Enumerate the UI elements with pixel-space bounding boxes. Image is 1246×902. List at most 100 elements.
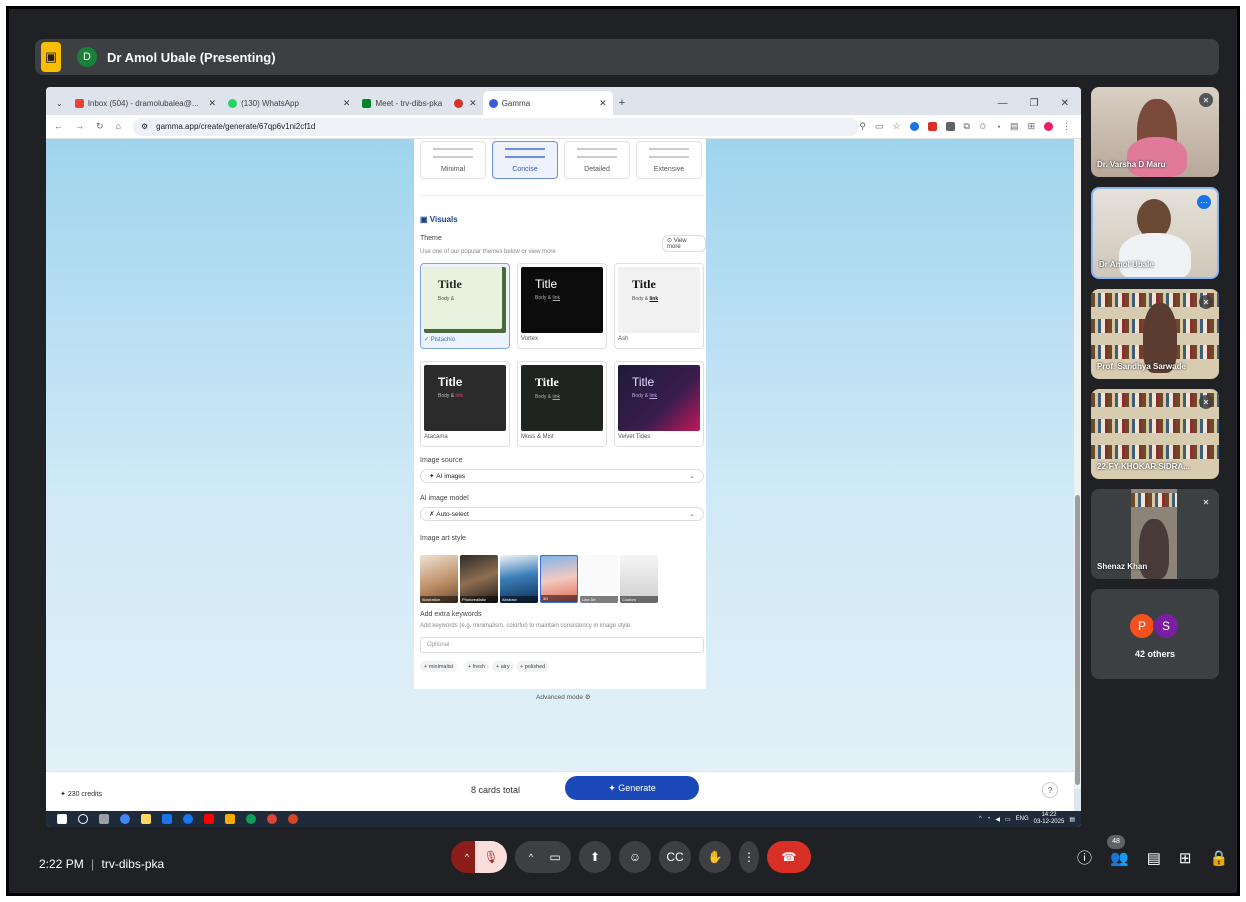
close-window-icon[interactable]: ✕ xyxy=(1061,98,1069,109)
profile-avatar[interactable] xyxy=(1044,122,1053,131)
history-icon[interactable]: ◔ xyxy=(996,122,1001,132)
chat-icon[interactable]: ▤ xyxy=(1147,849,1161,867)
reload-icon[interactable]: ↻ xyxy=(96,121,104,132)
clock[interactable]: 14:22 03-12-2025 xyxy=(1034,812,1065,826)
theme-card-vortex[interactable]: Title Body & link Vortex xyxy=(517,263,607,349)
more-vert-icon[interactable]: ⋮ xyxy=(1062,121,1071,132)
youtube-icon[interactable] xyxy=(204,814,214,824)
theme-card-moss-mist[interactable]: Title Body & link Moss & Mist xyxy=(517,361,607,447)
powerpoint-icon[interactable] xyxy=(288,814,298,824)
speaker-icon[interactable]: ◀ xyxy=(995,816,1000,823)
restore-icon[interactable]: ❐ xyxy=(1030,98,1039,109)
art-style-3d[interactable]: 3D xyxy=(540,555,578,603)
theme-card-atacama[interactable]: Title Body & link Atacama xyxy=(420,361,510,447)
tab-gmail[interactable]: Inbox (504) - dramolubalea@... ✕ xyxy=(69,91,222,115)
keyword-chip[interactable]: + polished xyxy=(516,661,550,672)
captions-button[interactable]: CC xyxy=(659,841,691,873)
meeting-details-icon[interactable]: ⓘ xyxy=(1077,847,1092,868)
close-icon[interactable]: ✕ xyxy=(599,98,607,109)
battery-icon[interactable]: ▭ xyxy=(1005,816,1011,823)
tab-meet[interactable]: Meet - trv-dibs-pka xyxy=(356,91,448,115)
folder-icon[interactable] xyxy=(225,814,235,824)
scrollbar-thumb[interactable] xyxy=(1075,495,1080,785)
apps-grid-icon[interactable]: ⊞ xyxy=(1027,121,1035,132)
art-style-line-art[interactable]: Line Art xyxy=(580,555,618,603)
tab-list-chevron-icon[interactable]: ⌄ xyxy=(46,91,69,115)
keyword-chip[interactable]: + fresh xyxy=(464,661,489,672)
participant-tile[interactable]: ⋯ Dr Amol Ubale xyxy=(1091,187,1219,279)
art-style-illustration[interactable]: Illustration xyxy=(420,555,458,603)
end-call-button[interactable]: ☎ xyxy=(767,841,811,873)
chrome-icon[interactable] xyxy=(267,814,277,824)
file-explorer-icon[interactable] xyxy=(141,814,151,824)
art-style-abstract[interactable]: Abstract xyxy=(500,555,538,603)
theme-card-velvet-tides[interactable]: Title Body & link Velvet Tides xyxy=(614,361,704,447)
new-tab-button[interactable]: + xyxy=(613,91,631,115)
emoji-reaction-button[interactable]: ☺ xyxy=(619,841,651,873)
theme-card-pistachio[interactable]: Title Body & ✓ Pistachio xyxy=(420,263,510,349)
length-option-extensive[interactable]: Extensive xyxy=(636,141,702,179)
art-style-photorealistic[interactable]: Photorealistic xyxy=(460,555,498,603)
zoom-icon[interactable]: ⚲ xyxy=(859,121,866,132)
others-tile[interactable]: P S 42 others xyxy=(1091,589,1219,679)
people-icon[interactable]: 👥 48 xyxy=(1107,834,1129,867)
facebook-icon[interactable] xyxy=(183,814,193,824)
advanced-mode-link[interactable]: Advanced mode ⚙ xyxy=(536,693,591,701)
credits-label[interactable]: ✦ 230 credits xyxy=(60,790,102,798)
home-icon[interactable]: ⌂ xyxy=(116,121,121,132)
close-icon[interactable]: ✕ xyxy=(469,98,477,109)
search-icon[interactable] xyxy=(78,814,88,824)
close-icon[interactable]: ✕ xyxy=(343,98,351,109)
pdf-extension-icon[interactable] xyxy=(927,122,937,131)
extension-icon[interactable] xyxy=(909,122,919,131)
notifications-icon[interactable]: ▤ xyxy=(1069,816,1075,823)
help-button[interactable]: ? xyxy=(1042,782,1058,798)
back-icon[interactable]: ← xyxy=(54,121,63,132)
bookmarks-icon[interactable]: ✩ xyxy=(979,121,987,132)
activities-icon[interactable]: ⊞ xyxy=(1179,849,1192,867)
mic-off-button[interactable]: 🎙 xyxy=(475,841,507,873)
keywords-input[interactable]: Optional xyxy=(420,637,704,653)
bookmark-star-icon[interactable]: ☆ xyxy=(892,121,900,132)
present-screen-button[interactable]: ⬆ xyxy=(579,841,611,873)
theme-card-ash[interactable]: Title Body & link Ash xyxy=(614,263,704,349)
cast-icon[interactable]: ▭ xyxy=(875,121,884,132)
minimize-icon[interactable]: — xyxy=(998,98,1008,109)
task-view-icon[interactable] xyxy=(99,814,109,824)
more-options-icon[interactable]: ⋯ xyxy=(1197,195,1211,209)
tab-recording[interactable]: ✕ xyxy=(448,91,483,115)
tab-gamma[interactable]: Gamma ✕ xyxy=(482,91,613,115)
participant-tile[interactable]: ✕ 22-FY-KHOKAR SIDRA... xyxy=(1091,389,1219,479)
copilot-icon[interactable] xyxy=(120,814,130,824)
length-option-minimal[interactable]: Minimal xyxy=(420,141,486,179)
chevron-up-icon[interactable]: ^ xyxy=(979,816,982,822)
windows-start-icon[interactable] xyxy=(57,814,67,824)
more-options-button[interactable]: ⋮ xyxy=(739,841,759,873)
reading-list-icon[interactable]: ▤ xyxy=(1010,121,1019,132)
extension-icon[interactable] xyxy=(945,122,955,131)
image-model-select[interactable]: ✗ Auto-select ⌄ xyxy=(420,507,704,521)
image-source-select[interactable]: ✦ AI images ⌄ xyxy=(420,469,704,483)
wifi-icon[interactable]: ◔ xyxy=(987,816,991,822)
puzzle-icon[interactable]: ⧉ xyxy=(964,121,970,132)
presentation-stopped-icon[interactable]: ▣ xyxy=(41,42,61,72)
keyword-chip[interactable]: + minimalist xyxy=(420,661,458,672)
close-icon[interactable]: ✕ xyxy=(209,98,217,109)
outlook-icon[interactable] xyxy=(162,814,172,824)
length-option-concise[interactable]: Concise xyxy=(492,141,558,179)
participant-tile[interactable]: ✕ Dr. Varsha D Maru xyxy=(1091,87,1219,177)
length-option-detailed[interactable]: Detailed xyxy=(564,141,630,179)
participant-tile[interactable]: ✕ Prof. Sandhya Sarwade xyxy=(1091,289,1219,379)
view-more-button[interactable]: ⊙ View more xyxy=(662,235,706,252)
url-field[interactable]: ⚙ gamma.app/create/generate/67qp6v1ni2cf… xyxy=(132,117,860,136)
forward-icon[interactable]: → xyxy=(75,121,84,132)
language-indicator[interactable]: ENG xyxy=(1016,816,1029,822)
generate-button[interactable]: ✦ Generate xyxy=(565,776,699,800)
tab-whatsapp[interactable]: (130) WhatsApp ✕ xyxy=(222,91,356,115)
raise-hand-button[interactable]: ✋ xyxy=(699,841,731,873)
site-info-icon[interactable]: ⚙ xyxy=(141,122,148,131)
camera-button[interactable]: ▭ xyxy=(539,841,571,873)
keyword-chip[interactable]: + airy xyxy=(492,661,514,672)
edge-icon[interactable] xyxy=(246,814,256,824)
art-style-custom[interactable]: Custom xyxy=(620,555,658,603)
